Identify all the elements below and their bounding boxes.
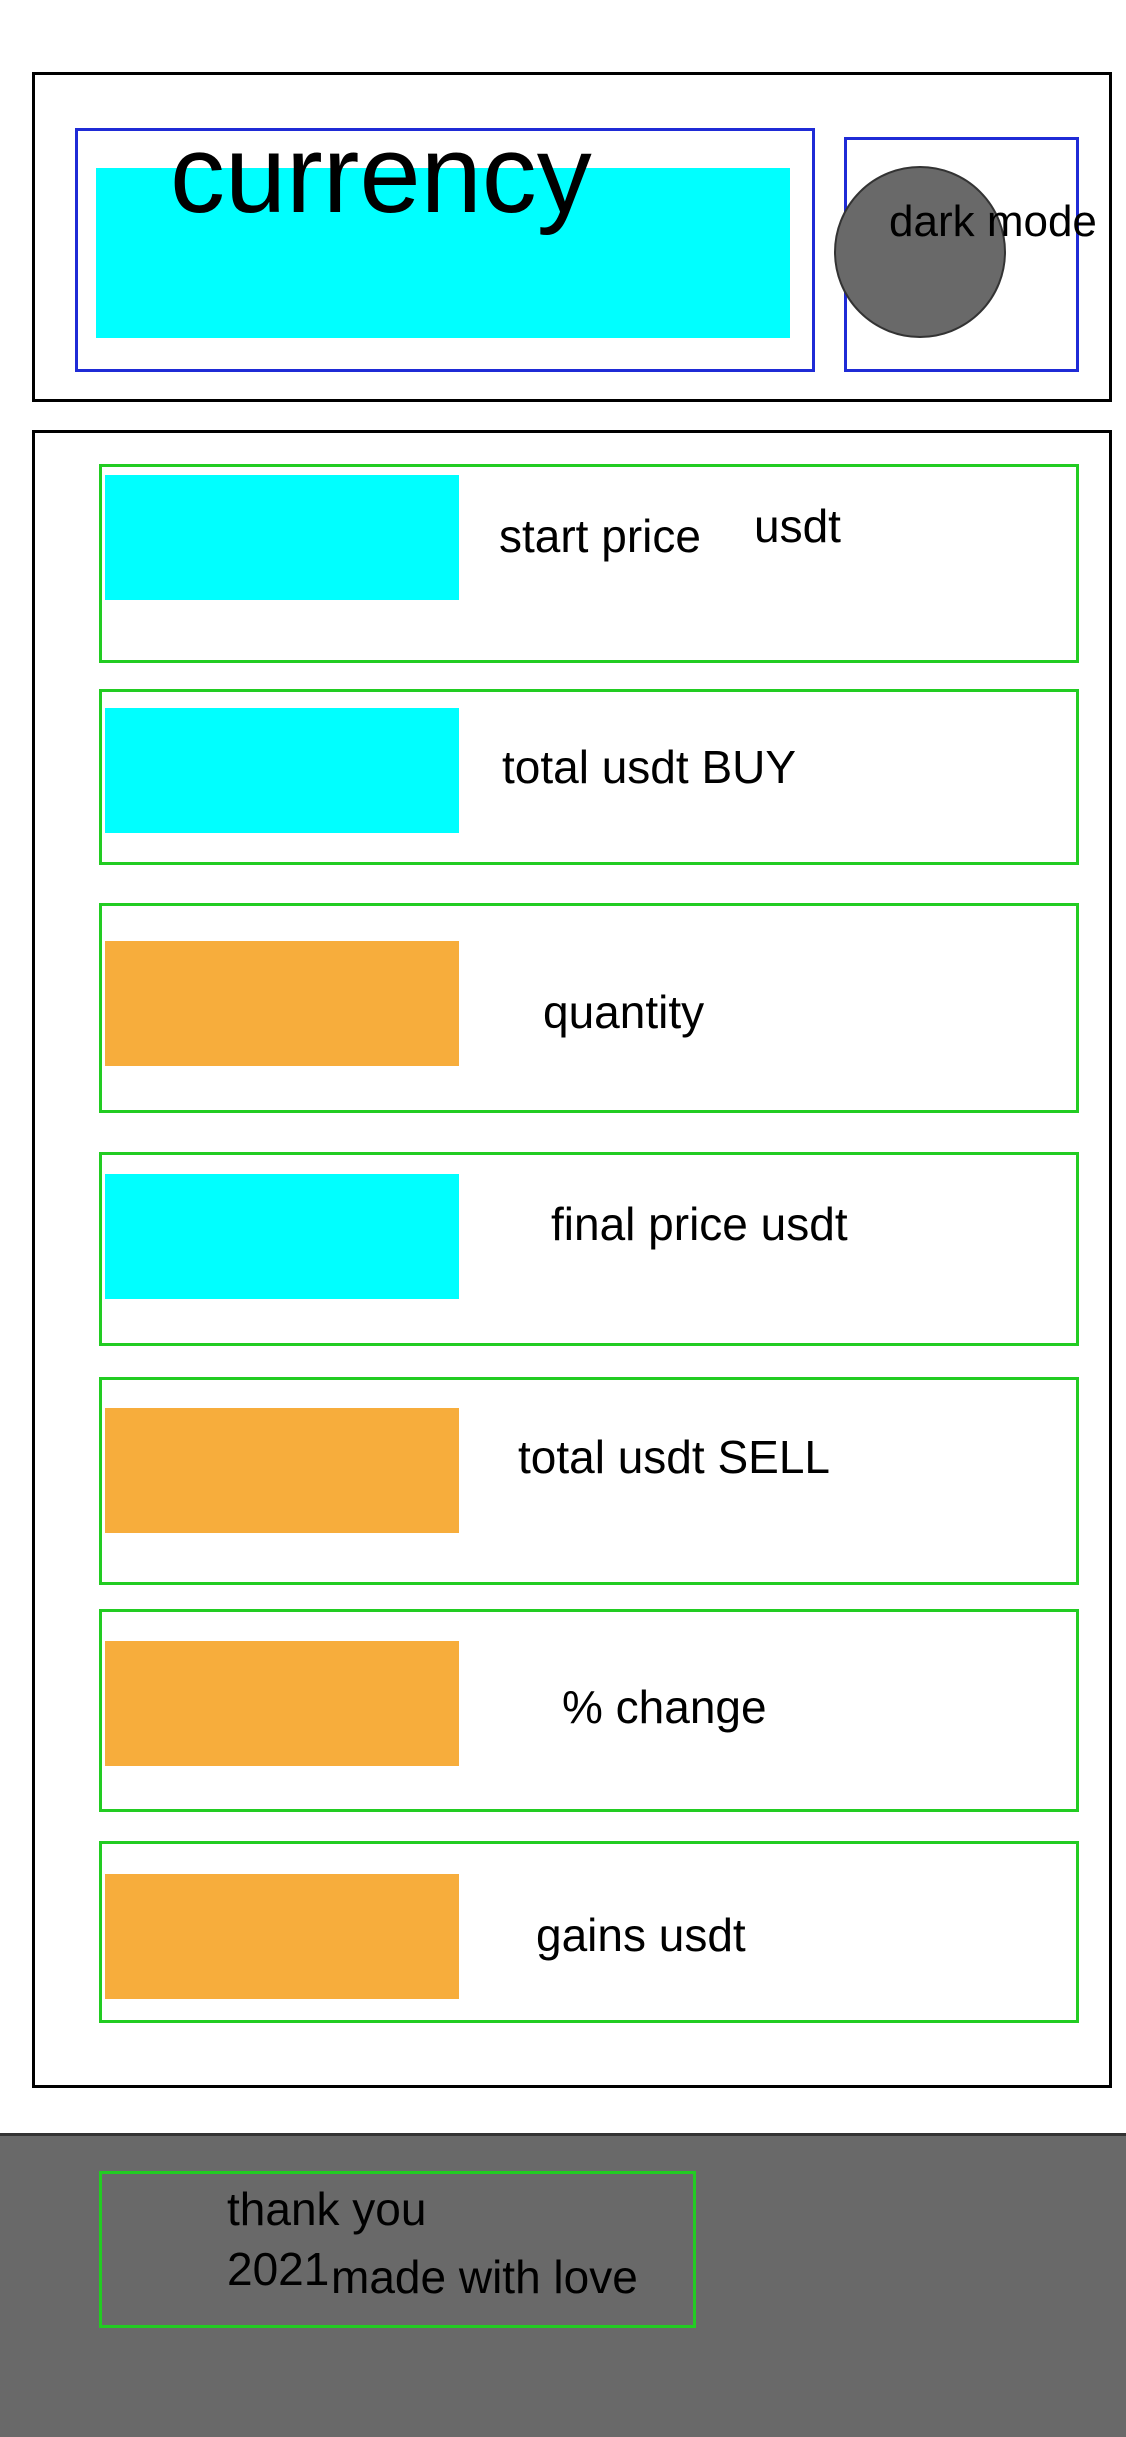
dark-mode-label: dark mode bbox=[889, 197, 1097, 246]
currency-label: currency bbox=[170, 113, 592, 236]
quantity-label: quantity bbox=[543, 986, 705, 1038]
total-buy-label: total usdt BUY bbox=[502, 741, 797, 793]
start-price-unit: usdt bbox=[754, 500, 841, 552]
final-price-input[interactable] bbox=[105, 1174, 459, 1299]
dark-mode-toggle[interactable] bbox=[834, 166, 1006, 338]
start-price-label: start price bbox=[499, 510, 701, 562]
gains-output bbox=[105, 1874, 459, 1999]
final-price-label: final price usdt bbox=[551, 1198, 848, 1250]
total-sell-output bbox=[105, 1408, 459, 1533]
percent-change-label: % change bbox=[562, 1681, 767, 1733]
quantity-output bbox=[105, 941, 459, 1066]
footer-tagline: made with love bbox=[331, 2251, 638, 2303]
footer-year: 2021 bbox=[227, 2243, 330, 2295]
start-price-input[interactable] bbox=[105, 475, 459, 600]
total-sell-label: total usdt SELL bbox=[518, 1431, 830, 1483]
total-buy-input[interactable] bbox=[105, 708, 459, 833]
percent-change-output bbox=[105, 1641, 459, 1766]
footer-thanks: thank you bbox=[227, 2183, 427, 2235]
gains-label: gains usdt bbox=[536, 1909, 746, 1961]
